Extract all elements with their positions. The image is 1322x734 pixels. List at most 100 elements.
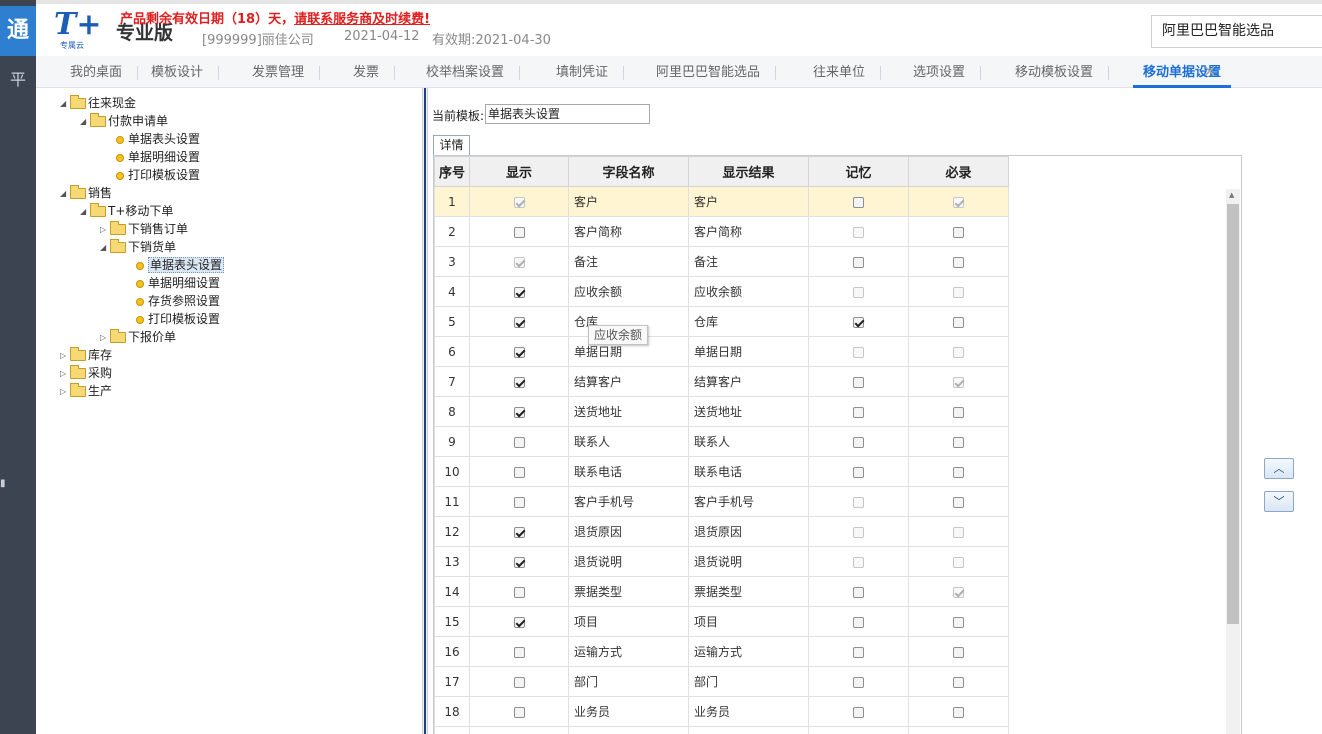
rail-menu-glyph[interactable]: 平 <box>0 66 36 90</box>
current-template-field[interactable]: 单据表头设置 <box>485 104 650 124</box>
tree-node-inventory[interactable]: ▷ 库存 <box>60 346 112 364</box>
tab-alibaba-selection[interactable]: 阿里巴巴智能选品 <box>654 56 777 88</box>
required-checkbox[interactable] <box>953 616 964 628</box>
expanded-arrow-icon[interactable]: ◢ <box>80 113 90 131</box>
tab-mobile-template-settings[interactable]: 移动模板设置 <box>1013 56 1110 88</box>
table-row[interactable]: 12 退货原因 退货原因 <box>434 516 1009 547</box>
tree-node-sales[interactable]: ◢ 销售 <box>60 184 112 202</box>
tab-my-desktop[interactable]: 我的桌面 <box>68 56 139 88</box>
expanded-arrow-icon[interactable]: ◢ <box>60 95 70 113</box>
collapsed-arrow-icon[interactable]: ▷ <box>60 365 70 383</box>
tree-leaf-header-settings[interactable]: 单据表头设置 <box>116 130 200 148</box>
tree-leaf-header-settings-selected[interactable]: 单据表头设置 <box>136 256 225 274</box>
memory-checkbox[interactable] <box>853 616 864 628</box>
expanded-arrow-icon[interactable]: ◢ <box>80 203 90 221</box>
app-logo-tile[interactable]: 通 <box>0 6 36 56</box>
memory-checkbox[interactable] <box>853 406 864 418</box>
collapsed-arrow-icon[interactable]: ▷ <box>60 383 70 401</box>
tab-details[interactable]: 详情 <box>433 135 470 155</box>
table-row[interactable]: 10 联系电话 联系电话 <box>434 456 1009 487</box>
memory-checkbox[interactable] <box>853 196 864 208</box>
tab-invoice-management[interactable]: 发票管理 <box>250 56 321 88</box>
expanded-arrow-icon[interactable]: ◢ <box>100 239 110 257</box>
table-row[interactable]: 17 部门 部门 <box>434 666 1009 697</box>
show-checkbox[interactable] <box>513 406 525 418</box>
show-checkbox[interactable] <box>513 646 525 658</box>
show-checkbox[interactable] <box>513 346 525 358</box>
memory-checkbox[interactable] <box>853 316 864 328</box>
tree-node-quotation[interactable]: ▷ 下报价单 <box>100 328 176 346</box>
required-checkbox[interactable] <box>953 676 964 688</box>
table-row[interactable]: 8 送货地址 送货地址 <box>434 396 1009 427</box>
required-checkbox[interactable] <box>953 706 964 718</box>
collapsed-arrow-icon[interactable]: ▷ <box>100 329 110 347</box>
show-checkbox[interactable] <box>513 466 525 478</box>
required-checkbox[interactable] <box>953 646 964 658</box>
show-checkbox[interactable] <box>513 286 525 298</box>
tree-node-payment-request[interactable]: ◢ 付款申请单 <box>80 112 168 130</box>
show-checkbox[interactable] <box>513 436 525 448</box>
show-checkbox[interactable] <box>513 556 525 568</box>
tree-leaf-detail-settings[interactable]: 单据明细设置 <box>116 148 200 166</box>
collapsed-arrow-icon[interactable]: ▷ <box>60 347 70 365</box>
table-row[interactable]: 6 单据日期 单据日期 <box>434 336 1009 367</box>
tab-voucher-entry[interactable]: 填制凭证 <box>554 56 625 88</box>
show-checkbox[interactable] <box>513 226 525 238</box>
tab-archive-settings[interactable]: 校举档案设置 <box>424 56 521 88</box>
tree-node-mobile-order[interactable]: ◢ T+移动下单 <box>80 202 173 220</box>
table-row[interactable]: 14 票据类型 票据类型 <box>434 576 1009 607</box>
table-row[interactable]: 16 运输方式 运输方式 <box>434 636 1009 667</box>
tree-leaf-print-settings-2[interactable]: 打印模板设置 <box>136 310 220 328</box>
show-checkbox[interactable] <box>513 526 525 538</box>
required-checkbox[interactable] <box>953 256 964 268</box>
table-row[interactable]: 7 结算客户 结算客户 <box>434 366 1009 397</box>
table-row[interactable]: 19 <box>434 726 1009 734</box>
table-row[interactable]: 18 业务员 业务员 <box>434 696 1009 727</box>
table-row[interactable]: 13 退货说明 退货说明 <box>434 546 1009 577</box>
expanded-arrow-icon[interactable]: ◢ <box>60 185 70 203</box>
tree-leaf-detail-settings-2[interactable]: 单据明细设置 <box>136 274 220 292</box>
search-input[interactable]: 阿里巴巴智能选品 <box>1151 15 1322 48</box>
table-row[interactable]: 1 客户 客户 <box>434 186 1009 217</box>
table-row[interactable]: 9 联系人 联系人 <box>434 426 1009 457</box>
tab-template-design[interactable]: 模板设计 <box>149 56 220 88</box>
show-checkbox[interactable] <box>513 616 525 628</box>
memory-checkbox[interactable] <box>853 436 864 448</box>
tree-node-production[interactable]: ▷ 生产 <box>60 382 112 400</box>
tab-options[interactable]: 选项设置 <box>911 56 982 88</box>
show-checkbox[interactable] <box>513 706 525 718</box>
memory-checkbox[interactable] <box>853 256 864 268</box>
table-row[interactable]: 5 仓库 仓库 <box>434 306 1009 337</box>
memory-checkbox[interactable] <box>853 466 864 478</box>
table-row[interactable]: 4 应收余额 应收余额 <box>434 276 1009 307</box>
tree-leaf-inventory-ref-settings[interactable]: 存货参照设置 <box>136 292 220 310</box>
show-checkbox[interactable] <box>513 316 525 328</box>
tree-leaf-print-settings[interactable]: 打印模板设置 <box>116 166 200 184</box>
tree-node-cash[interactable]: ◢ 往来现金 <box>60 94 136 112</box>
scrollbar-thumb[interactable] <box>1227 204 1239 624</box>
table-row[interactable]: 3 备注 备注 <box>434 246 1009 277</box>
collapsed-arrow-icon[interactable]: ▷ <box>100 221 110 239</box>
table-row[interactable]: 2 客户简称 客户简称 <box>434 216 1009 247</box>
tree-node-delivery-note[interactable]: ◢ 下销货单 <box>100 238 176 256</box>
tree-node-sales-order[interactable]: ▷ 下销售订单 <box>100 220 188 238</box>
show-checkbox[interactable] <box>513 496 525 508</box>
tree-node-purchasing[interactable]: ▷ 采购 <box>60 364 112 382</box>
table-row[interactable]: 15 项目 项目 <box>434 606 1009 637</box>
required-checkbox[interactable] <box>953 496 964 508</box>
memory-checkbox[interactable] <box>853 376 864 388</box>
show-checkbox[interactable] <box>513 376 525 388</box>
memory-checkbox[interactable] <box>853 646 864 658</box>
renew-link[interactable]: 请联系服务商及时续费! <box>294 12 430 27</box>
grid-scrollbar[interactable]: ▲ <box>1226 189 1240 734</box>
show-checkbox[interactable] <box>513 676 525 688</box>
show-checkbox[interactable] <box>513 586 525 598</box>
tab-partners[interactable]: 往来单位 <box>811 56 882 88</box>
required-checkbox[interactable] <box>953 466 964 478</box>
required-checkbox[interactable] <box>953 316 964 328</box>
memory-checkbox[interactable] <box>853 676 864 688</box>
scroll-up-arrow-icon[interactable]: ▲ <box>1229 191 1234 199</box>
move-up-button[interactable]: ︿ <box>1264 458 1294 479</box>
tab-invoice[interactable]: 发票 <box>351 56 396 88</box>
memory-checkbox[interactable] <box>853 706 864 718</box>
